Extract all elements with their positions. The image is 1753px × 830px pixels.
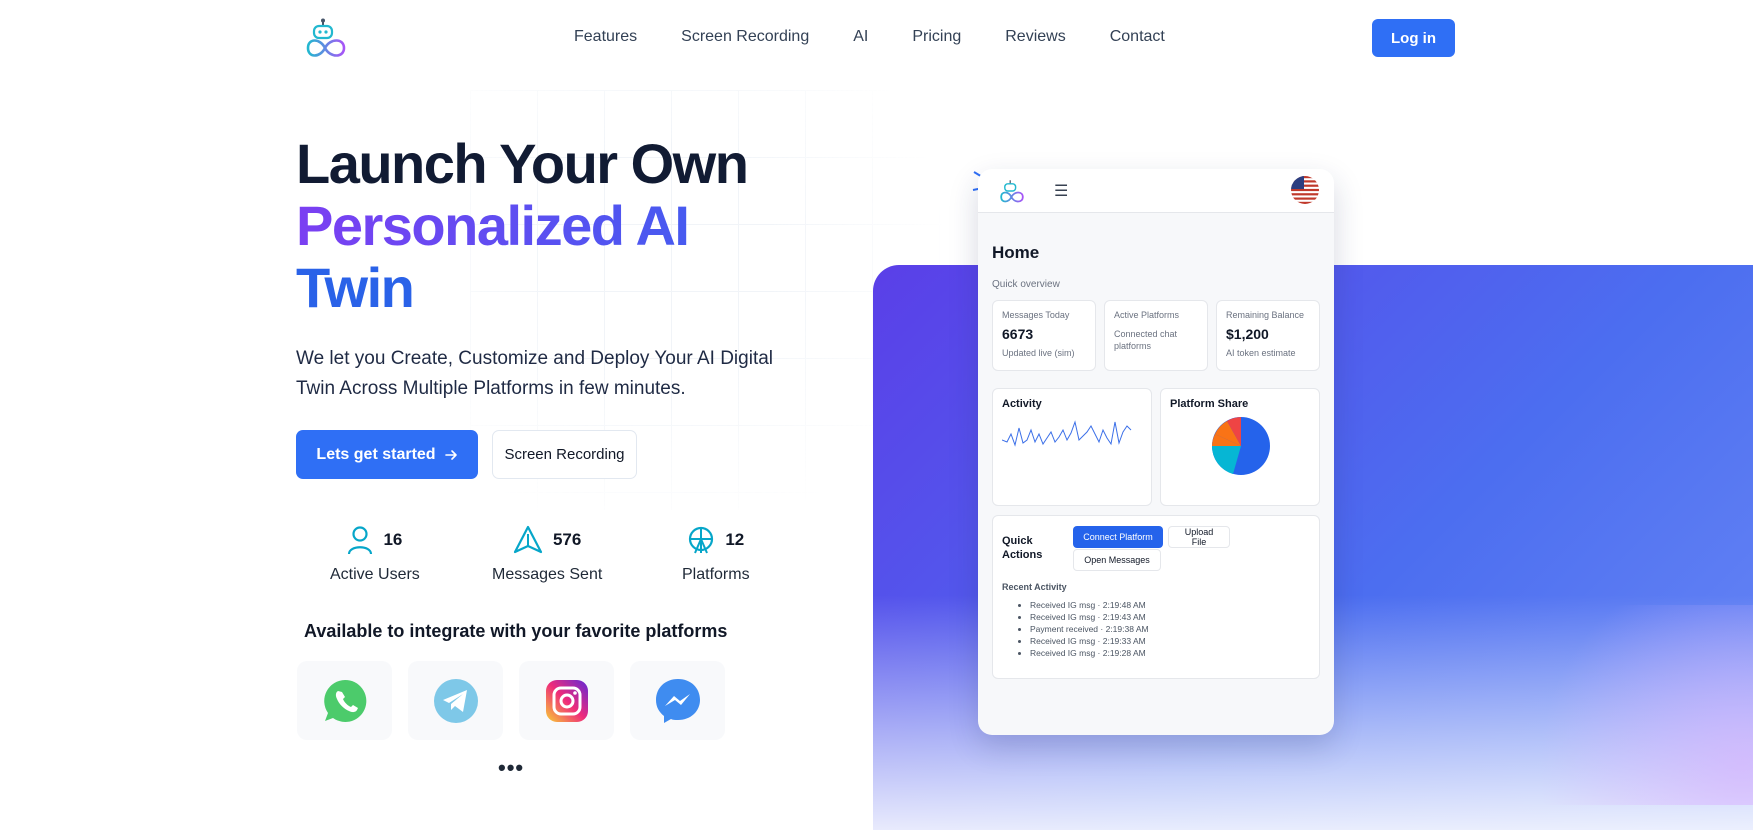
activity-sparkline	[1001, 420, 1132, 447]
list-item: Received IG msg · 2:19:48 AM	[1030, 599, 1149, 611]
stat-platforms-value: 12	[725, 530, 745, 549]
platform-card-messenger[interactable]	[630, 661, 725, 740]
whatsapp-icon	[323, 679, 366, 722]
connect-platform-button[interactable]: Connect Platform	[1073, 526, 1163, 548]
platform-list	[297, 661, 725, 740]
activity-panel: Activity	[992, 388, 1152, 506]
arrow-right-icon	[444, 449, 457, 460]
recent-activity-list: Received IG msg · 2:19:48 AM Received IG…	[1030, 599, 1149, 659]
kpi-note: Updated live (sim)	[1002, 348, 1075, 358]
stat-active-users-value: 16	[383, 530, 403, 549]
nav-link-pricing[interactable]: Pricing	[912, 28, 961, 46]
platform-share-title: Platform Share	[1170, 398, 1249, 410]
upload-file-button[interactable]: Upload File	[1168, 526, 1230, 548]
nav-link-ai[interactable]: AI	[853, 28, 868, 46]
kpi-note: AI token estimate	[1226, 348, 1296, 358]
kpi-note: Connected chat platforms	[1114, 329, 1178, 351]
chart-panels: Activity Platform Share	[992, 388, 1320, 506]
us-flag-icon[interactable]	[1291, 176, 1319, 204]
stats-row: 16 Active Users 576 Messages Sent 12 Pla…	[296, 524, 766, 584]
user-icon	[348, 526, 373, 555]
hero-title-line-1: Launch Your Own	[296, 132, 749, 195]
nav-link-reviews[interactable]: Reviews	[1005, 28, 1065, 46]
kpi-card-platforms: Active Platforms Connected chat platform…	[1104, 300, 1208, 371]
stat-messages-sent-label: Messages Sent	[492, 566, 603, 583]
kpi-value: $1,200	[1226, 326, 1269, 342]
integrations-title: Available to integrate with your favorit…	[304, 621, 728, 641]
dashboard-preview: ☰ Home Quick overview Messages Today 667…	[978, 169, 1334, 735]
stat-active-users-label: Active Users	[330, 566, 420, 583]
screen-recording-button[interactable]: Screen Recording	[492, 430, 637, 479]
nav-link-features[interactable]: Features	[574, 28, 637, 46]
stat-platforms-label: Platforms	[682, 566, 750, 583]
quick-actions-title: Quick Actions	[1002, 535, 1043, 561]
dashboard-title: Home	[992, 243, 1040, 262]
hero-title-line-3: Twin	[296, 256, 415, 319]
stat-messages-sent-value: 576	[552, 530, 582, 549]
get-started-label: Lets get started	[316, 445, 436, 463]
activity-title: Activity	[1002, 398, 1042, 410]
kpi-card-balance: Remaining Balance $1,200 AI token estima…	[1216, 300, 1320, 371]
kpi-label: Active Platforms	[1114, 310, 1180, 320]
landing-page: Features Screen Recording AI Pricing Rev…	[0, 0, 1753, 830]
platform-card-whatsapp[interactable]	[297, 661, 392, 740]
hamburger-menu-icon[interactable]: ☰	[1054, 181, 1068, 201]
platforms-icon	[689, 526, 714, 554]
stat-active-users: 16 Active Users	[330, 524, 420, 584]
list-item: Received IG msg · 2:19:28 AM	[1030, 647, 1149, 659]
hero-subtitle: We let you Create, Customize and Deploy …	[296, 348, 774, 399]
platform-card-telegram[interactable]	[408, 661, 503, 740]
platform-card-instagram[interactable]	[519, 661, 614, 740]
telegram-icon	[433, 678, 478, 723]
top-nav: Features Screen Recording AI Pricing Rev…	[0, 0, 1753, 76]
kpi-row: Messages Today 6673 Updated live (sim) A…	[992, 300, 1320, 371]
more-platforms-indicator[interactable]: •••	[498, 757, 524, 779]
dashboard-logo-icon	[1000, 180, 1024, 203]
paper-plane-icon	[513, 525, 543, 554]
list-item: Received IG msg · 2:19:33 AM	[1030, 635, 1149, 647]
messenger-icon	[655, 678, 700, 723]
nav-link-contact[interactable]: Contact	[1110, 28, 1165, 46]
open-messages-button[interactable]: Open Messages	[1073, 549, 1161, 571]
nav-link-screen-recording[interactable]: Screen Recording	[681, 28, 809, 46]
kpi-label: Remaining Balance	[1226, 310, 1305, 320]
stat-platforms: 12 Platforms	[682, 524, 750, 584]
dashboard-header: ☰	[978, 169, 1334, 213]
list-item: Received IG msg · 2:19:43 AM	[1030, 611, 1149, 623]
kpi-card-messages: Messages Today 6673 Updated live (sim)	[992, 300, 1096, 371]
recent-activity-title: Recent Activity	[1002, 582, 1067, 592]
stat-messages-sent: 576 Messages Sent	[492, 524, 602, 584]
hero-title: Launch Your Own Personalized AI Twin	[296, 132, 749, 319]
login-button[interactable]: Log in	[1372, 19, 1455, 57]
instagram-icon	[545, 679, 588, 722]
kpi-value: 6673	[1002, 326, 1034, 342]
list-item: Payment received · 2:19:38 AM	[1030, 623, 1149, 635]
get-started-button[interactable]: Lets get started	[296, 430, 478, 479]
nav-links: Features Screen Recording AI Pricing Rev…	[574, 28, 1165, 46]
platform-share-pie	[1211, 417, 1270, 475]
hero-title-line-2: Personalized AI	[296, 195, 747, 257]
platform-share-panel: Platform Share	[1160, 388, 1320, 506]
kpi-label: Messages Today	[1002, 310, 1070, 320]
dashboard-subtitle: Quick overview	[992, 279, 1060, 290]
quick-actions-panel: Quick Actions Connect Platform Upload Fi…	[992, 515, 1320, 679]
logo-icon[interactable]	[303, 18, 349, 58]
